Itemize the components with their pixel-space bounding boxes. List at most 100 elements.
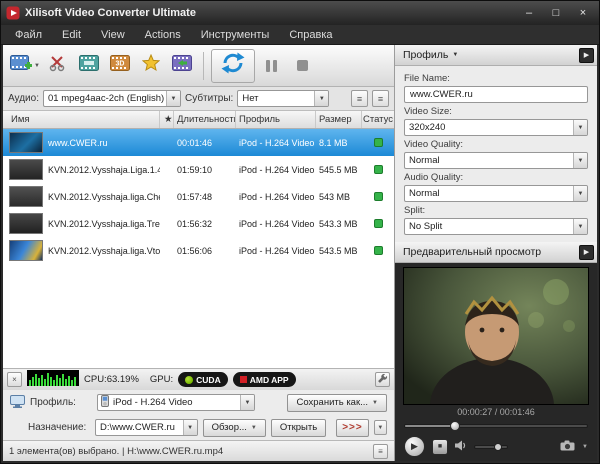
app-logo-icon [6,6,20,20]
browse-button[interactable]: Обзор... ▼ [203,419,266,437]
audio-track-select[interactable]: 01 mpeg4aac-2ch (English) ▼ [43,90,181,107]
table-row[interactable]: KVN.2012.Vysshaja.liga.Vtoraja.igra... 0… [3,237,394,264]
open-folder-button[interactable]: Открыть [271,419,326,437]
file-name: www.CWER.ru [48,138,108,148]
file-name-input[interactable]: www.CWER.ru [404,86,588,103]
volume-slider[interactable] [474,445,508,449]
chevron-down-icon: ▼ [578,158,584,164]
cuda-badge[interactable]: CUDA [178,372,228,387]
table-row[interactable]: KVN.2012.Vysshaja.liga.Tretija.igra.(...… [3,210,394,237]
close-icon: × [12,375,17,384]
video-size-select[interactable]: 320x240 ▼ [404,119,588,136]
profile-settings: File Name: www.CWER.ru Video Size: 320x2… [395,66,597,242]
split-select[interactable]: No Split ▼ [404,218,588,235]
audio-quality-select[interactable]: Normal ▼ [404,185,588,202]
3d-movie-button[interactable]: 3D [106,50,134,82]
volume-knob[interactable] [494,443,502,451]
play-button[interactable]: ▶ [404,436,425,457]
preview-stop-button[interactable]: ■ [432,439,448,455]
queue-list-button[interactable]: ≡ [373,444,388,459]
audio-quality-dropdown-button[interactable]: ▼ [573,186,587,201]
profile-dropdown-button[interactable]: ▼ [240,395,254,410]
quick-convert-button[interactable]: >>> [336,419,369,437]
preview-area: 00:00:27 / 00:01:46 ▶ ■ [395,263,597,461]
convert-button[interactable] [211,49,255,83]
split-label: Split: [404,205,588,216]
video-thumbnail [9,186,43,207]
merge-button[interactable] [168,50,196,82]
column-header-star[interactable]: ★ [160,111,174,128]
snapshot-options-button[interactable]: ▼ [582,444,588,450]
toolbar-separator [203,52,204,80]
preview-panel-header[interactable]: Предварительный просмотр ▶ [395,242,597,263]
menu-view[interactable]: View [91,27,135,43]
seek-slider[interactable] [404,419,588,433]
subtitle-value: Нет [238,93,314,104]
column-header-name[interactable]: Имя [3,111,160,128]
video-quality-select[interactable]: Normal ▼ [404,152,588,169]
list-view-button[interactable]: ≡ [351,90,368,107]
save-as-button[interactable]: Сохранить как... ▼ [287,394,387,412]
menu-help[interactable]: Справка [279,27,342,43]
file-name: KVN.2012.Vysshaja.liga.Chetvertaja... [48,192,160,202]
profile-panel-header[interactable]: Профиль ▼ ▶ [395,45,597,66]
gpu-settings-button[interactable] [375,372,390,387]
file-duration: 01:56:32 [174,219,236,229]
play-icon: ▶ [411,441,418,452]
pause-button[interactable] [258,50,286,82]
video-size-dropdown-button[interactable]: ▼ [573,120,587,135]
seek-knob[interactable] [450,421,460,431]
crop-button[interactable] [75,50,103,82]
file-name-label: File Name: [404,73,588,84]
profile-select[interactable]: iPod - H.264 Video ▼ [97,394,255,411]
column-header-duration[interactable]: Длительность [174,111,236,128]
list-icon: ≡ [357,94,362,104]
more-options-button[interactable]: ▼ [374,420,387,435]
column-header-size[interactable]: Размер [316,111,362,128]
mute-button[interactable] [455,438,467,456]
destination-dropdown-button[interactable]: ▼ [183,420,197,435]
video-still-image [404,268,588,404]
subtitle-dropdown-button[interactable]: ▼ [314,91,328,106]
split-dropdown-button[interactable]: ▼ [573,219,587,234]
detail-view-button[interactable]: ≡ [372,90,389,107]
destination-value: D:\www.CWER.ru [96,422,183,433]
audio-dropdown-button[interactable]: ▼ [166,91,180,106]
file-profile: iPod - H.264 Video [236,219,316,229]
menu-tools[interactable]: Инструменты [191,27,280,43]
triple-arrow-icon: >>> [342,422,363,433]
maximize-button[interactable]: □ [545,5,567,21]
collapse-profile-panel-button[interactable]: ▶ [579,48,594,63]
list-icon: ≡ [378,94,383,104]
menu-file[interactable]: Файл [5,27,52,43]
amd-app-badge[interactable]: AMD APP [233,372,296,387]
stop-button[interactable] [289,50,317,82]
clip-button[interactable] [44,50,72,82]
effects-button[interactable] [137,50,165,82]
settings-panel: Профиль ▼ ▶ File Name: www.CWER.ru Video… [395,45,597,461]
column-header-status[interactable]: Статус [362,111,394,128]
subtitle-select[interactable]: Нет ▼ [237,90,329,107]
playback-time: 00:00:27 / 00:01:46 [395,407,597,417]
file-duration: 01:56:06 [174,246,236,256]
minimize-button[interactable]: – [518,5,540,21]
column-header-profile[interactable]: Профиль [236,111,316,128]
video-quality-dropdown-button[interactable]: ▼ [573,153,587,168]
menu-actions[interactable]: Actions [135,27,191,43]
collapse-preview-panel-button[interactable]: ▶ [579,245,594,260]
video-size-value: 320x240 [405,122,573,133]
destination-select[interactable]: D:\www.CWER.ru ▼ [95,419,198,436]
table-row[interactable]: KVN.2012.Vysshaja.Liga.1.4.Finala.I... 0… [3,156,394,183]
close-meter-button[interactable]: × [7,372,22,387]
menu-edit[interactable]: Edit [52,27,91,43]
snapshot-button[interactable] [560,438,575,456]
chevron-down-icon: ▼ [372,400,378,406]
add-files-button[interactable]: ▼ [9,50,41,82]
status-ready-icon [374,192,383,201]
table-row[interactable]: www.CWER.ru 00:01:46 iPod - H.264 Video … [3,129,394,156]
table-row[interactable]: KVN.2012.Vysshaja.liga.Chetvertaja... 01… [3,183,394,210]
cuda-badge-label: CUDA [196,375,221,385]
close-button[interactable]: × [572,5,594,21]
convert-arrows-icon [220,52,246,79]
chevron-down-icon: ▼ [452,52,458,58]
